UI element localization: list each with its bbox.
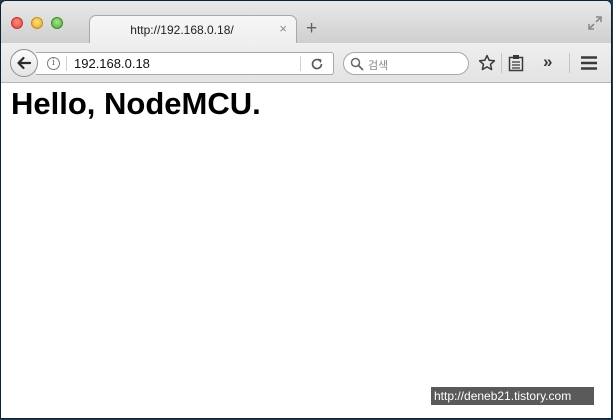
tab-title: http://192.168.0.18/ bbox=[130, 23, 234, 37]
url-text[interactable]: 192.168.0.18 bbox=[74, 56, 150, 71]
hamburger-menu-icon[interactable] bbox=[580, 55, 598, 76]
navigation-toolbar: i 192.168.0.18 검색 » bbox=[1, 43, 611, 83]
zoom-window-icon[interactable] bbox=[51, 17, 63, 29]
reload-icon[interactable] bbox=[310, 57, 324, 71]
search-icon bbox=[350, 57, 364, 71]
close-window-icon[interactable] bbox=[11, 17, 23, 29]
back-arrow-icon bbox=[17, 56, 32, 70]
fullscreen-icon[interactable] bbox=[587, 15, 603, 31]
tab-active[interactable]: http://192.168.0.18/ × bbox=[89, 15, 297, 44]
search-input[interactable]: 검색 bbox=[343, 52, 469, 75]
overflow-chevron-icon[interactable]: » bbox=[543, 52, 552, 72]
search-placeholder: 검색 bbox=[368, 59, 389, 72]
tab-close-icon[interactable]: × bbox=[279, 22, 287, 36]
watermark: http://deneb21.tistory.com bbox=[431, 387, 594, 405]
minimize-window-icon[interactable] bbox=[31, 17, 43, 29]
url-divider bbox=[66, 56, 67, 71]
browser-window: http://192.168.0.18/ × + i 192.168.0.18 bbox=[1, 1, 611, 418]
clipboard-icon[interactable] bbox=[508, 54, 524, 77]
page-heading: Hello, NodeMCU. bbox=[11, 86, 261, 121]
back-button[interactable] bbox=[10, 49, 38, 77]
new-tab-button[interactable]: + bbox=[306, 19, 317, 39]
info-icon[interactable]: i bbox=[47, 57, 60, 70]
url-bar[interactable]: i 192.168.0.18 bbox=[36, 52, 334, 75]
page-content: Hello, NodeMCU. bbox=[1, 83, 611, 418]
title-bar: http://192.168.0.18/ × + bbox=[1, 1, 611, 44]
star-icon[interactable] bbox=[478, 54, 496, 77]
toolbar-divider bbox=[569, 53, 570, 73]
toolbar-divider bbox=[501, 53, 502, 73]
reload-divider bbox=[300, 56, 301, 71]
